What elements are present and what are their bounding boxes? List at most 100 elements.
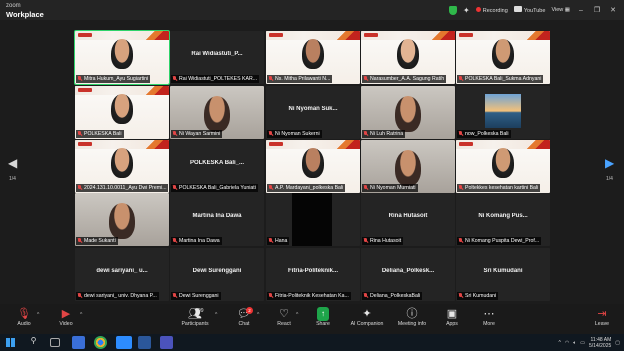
- participant-tile[interactable]: POLKESKA Bali_... POLKESKA Bali_Gabriela …: [170, 140, 264, 193]
- participant-tile[interactable]: Rina Hutasoit Rina Hutasoit: [361, 193, 455, 246]
- participant-display-name: POLKESKA Bali_...: [189, 160, 245, 166]
- participant-video: [204, 96, 230, 132]
- wifi-icon[interactable]: ◠: [565, 340, 569, 346]
- participant-name: Ni Nyoman Murniati: [370, 185, 416, 191]
- sparkle-icon[interactable]: ✦: [463, 6, 470, 15]
- participant-tile[interactable]: Ni Wayan Sarmini: [170, 86, 264, 139]
- participant-tile[interactable]: POLKESKA Bali: [75, 86, 169, 139]
- participant-name-tag: Hana: [267, 237, 290, 245]
- page-indicator-left: 1/4: [9, 176, 16, 182]
- participant-video: [111, 148, 133, 178]
- next-page-arrow-icon[interactable]: ▶: [605, 156, 614, 170]
- chrome-icon[interactable]: [94, 336, 107, 349]
- muted-mic-icon: [172, 293, 177, 299]
- participant-tile[interactable]: Hana: [266, 193, 360, 246]
- muted-mic-icon: [172, 76, 177, 82]
- participant-name: Made Sukanti: [84, 238, 116, 244]
- more-dots-icon: ⋯: [483, 308, 495, 320]
- participant-tile[interactable]: Fitria-Politeknik... Fitria-Politeknik Ke…: [266, 248, 360, 301]
- participant-video: [109, 203, 135, 239]
- react-button[interactable]: ♡ React: [266, 306, 302, 332]
- meeting-info-button[interactable]: ⓘ Meeting info: [392, 306, 432, 332]
- task-view-icon[interactable]: [50, 338, 60, 347]
- participant-tile[interactable]: Rai Widiastuti_P... Rai Widiastuti_POLTEK…: [170, 31, 264, 84]
- shield-icon[interactable]: [449, 5, 458, 15]
- view-button[interactable]: View ▦: [551, 7, 570, 13]
- banner-decoration: [145, 140, 169, 149]
- participant-tile[interactable]: Martina Ina Dawa Martina Ina Dawa: [170, 193, 264, 246]
- participant-tile[interactable]: dewi sariyani_ u... dewi sariyani_ univ. …: [75, 248, 169, 301]
- participant-tile[interactable]: Poltekkes kesehatan kartini Bali: [456, 140, 550, 193]
- participant-tile[interactable]: Made Sukanti: [75, 193, 169, 246]
- teams-icon[interactable]: [160, 336, 173, 349]
- muted-mic-icon: [458, 131, 463, 137]
- zoom-taskbar-icon[interactable]: [116, 336, 132, 349]
- muted-mic-icon: [172, 185, 177, 191]
- participant-tile[interactable]: Ns. Mitha Prilawanti N...: [266, 31, 360, 84]
- participant-tile[interactable]: Ni Komang Pus... Ni Komang Puspita Dewi_P…: [456, 193, 550, 246]
- participant-tile[interactable]: now_Polkeska Bali: [456, 86, 550, 139]
- more-button[interactable]: ⋯ More: [471, 306, 507, 332]
- clock[interactable]: 11:48 AM 5/14/2025: [589, 337, 611, 349]
- audio-button[interactable]: 🎙︎ Audio: [6, 306, 42, 332]
- prev-page-arrow-icon[interactable]: ◀: [8, 156, 17, 170]
- participant-tile[interactable]: A.P. Mardayani_polkeska Bali: [266, 140, 360, 193]
- muted-mic-icon: [268, 185, 273, 191]
- audio-options-caret-icon[interactable]: ^: [37, 312, 39, 318]
- participant-tile[interactable]: 2024.131.10.0011_Ayu Dwi Premi...: [75, 140, 169, 193]
- share-button[interactable]: ↑ Share: [305, 306, 341, 332]
- battery-icon[interactable]: ▭: [580, 340, 585, 346]
- speaker-icon[interactable]: 🔈︎: [573, 340, 576, 346]
- participants-button[interactable]: 👥︎ 99 Participants: [176, 306, 214, 332]
- react-caret-icon[interactable]: ^: [296, 312, 298, 318]
- recording-indicator[interactable]: Recording: [475, 6, 508, 14]
- participant-video: [492, 39, 514, 69]
- search-icon[interactable]: ⚲: [27, 336, 40, 349]
- participant-display-name: Fitria-Politeknik...: [287, 268, 338, 274]
- restore-icon[interactable]: ❐: [592, 6, 602, 14]
- notification-icon[interactable]: ▢: [615, 340, 620, 346]
- participant-tile[interactable]: Deliana_Polkesk... Deliana_PolkeskaBali: [361, 248, 455, 301]
- banner-decoration: [336, 31, 360, 40]
- widgets-icon[interactable]: [72, 336, 85, 349]
- participant-tile[interactable]: Ni Luh Ratrina: [361, 86, 455, 139]
- record-dot-icon: [475, 6, 481, 12]
- participant-name-tag: Narasumber_A.A. Sagung Ratih: [362, 75, 447, 83]
- participant-tile[interactable]: Narasumber_A.A. Sagung Ratih: [361, 31, 455, 84]
- muted-mic-icon: [268, 238, 273, 244]
- video-options-caret-icon[interactable]: ^: [80, 312, 82, 318]
- banner-decoration: [145, 86, 169, 95]
- leave-button[interactable]: ⇥ Leave: [584, 306, 620, 332]
- muted-mic-icon: [458, 76, 463, 82]
- close-icon[interactable]: ✕: [608, 6, 618, 14]
- participants-caret-icon[interactable]: ^: [215, 312, 217, 318]
- tray-chevron-icon[interactable]: ^: [559, 340, 561, 346]
- participant-tile[interactable]: POLKESKA Bali_Sukma Adnyani: [456, 31, 550, 84]
- chat-button[interactable]: 💬︎ 2 Chat: [226, 306, 262, 332]
- participant-display-name: Ni Nyoman Suk...: [288, 106, 338, 112]
- participant-tile[interactable]: Mitra Hukum_Ayu Sugiartini: [74, 30, 170, 85]
- chat-caret-icon[interactable]: ^: [257, 312, 259, 318]
- participant-tile[interactable]: Ni Nyoman Murniati: [361, 140, 455, 193]
- participant-name-tag: POLKESKA Bali: [76, 130, 124, 138]
- participant-video: [302, 39, 324, 69]
- apps-button[interactable]: ▣ Apps: [434, 306, 470, 332]
- participant-video: [292, 193, 332, 246]
- youtube-indicator[interactable]: YouTube: [513, 6, 545, 14]
- video-button[interactable]: ▶︎ Video: [48, 306, 84, 332]
- zoom-window: zoom Workplace ✦ Recording YouTube View …: [0, 0, 624, 351]
- participant-name-tag: now_Polkeska Bali: [457, 130, 511, 138]
- participant-tile[interactable]: Dewi Surenggani Dewi Surenggani: [170, 248, 264, 301]
- participant-tile[interactable]: Sri Kumudani Sri Kumudani: [456, 248, 550, 301]
- muted-mic-icon: [268, 131, 273, 137]
- ai-companion-button[interactable]: ✦ AI Companion: [347, 306, 387, 332]
- banner-decoration: [145, 31, 169, 40]
- muted-mic-icon: [77, 293, 82, 299]
- windows-start-icon[interactable]: [6, 338, 15, 347]
- participant-tile[interactable]: Ni Nyoman Suk... Ni Nyoman Sukerni: [266, 86, 360, 139]
- participant-display-name: Sri Kumudani: [483, 268, 523, 274]
- participants-icon: 👥︎: [188, 308, 202, 320]
- minimize-icon[interactable]: –: [576, 7, 586, 14]
- word-icon[interactable]: [138, 336, 151, 349]
- participant-name: Sri Kumudani: [465, 293, 497, 299]
